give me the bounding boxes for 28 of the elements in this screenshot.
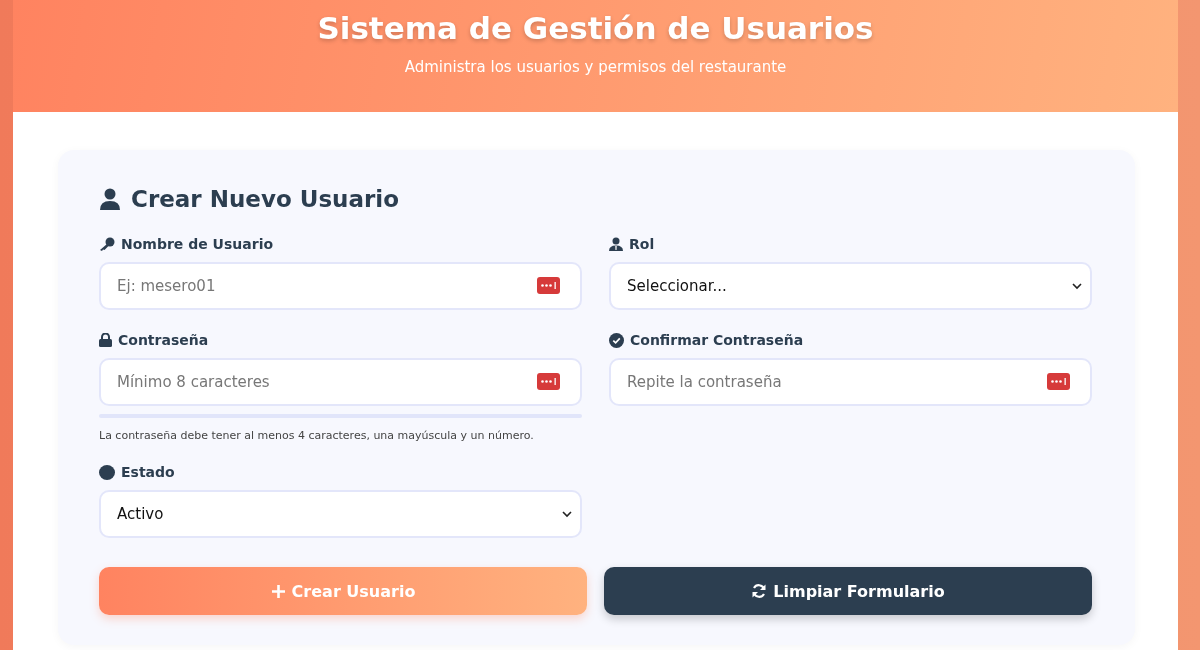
field-label: Confirmar Contraseña bbox=[630, 332, 804, 348]
lock-icon bbox=[99, 333, 112, 347]
password-manager-icon[interactable] bbox=[537, 277, 560, 294]
password-manager-icon[interactable] bbox=[537, 373, 560, 390]
field-label: Contraseña bbox=[118, 332, 209, 348]
field-label: Rol bbox=[629, 236, 655, 252]
field-label: Nombre de Usuario bbox=[121, 236, 274, 252]
field-label: Estado bbox=[121, 464, 175, 480]
plus-icon bbox=[270, 583, 286, 599]
password-manager-icon[interactable] bbox=[1047, 373, 1070, 390]
clear-form-button[interactable]: Limpiar Formulario bbox=[604, 567, 1092, 615]
input-field[interactable]: Ej: mesero01 bbox=[99, 262, 582, 310]
select-field[interactable]: Seleccionar... bbox=[609, 262, 1092, 310]
form-title: Crear Nuevo Usuario bbox=[131, 186, 399, 212]
user-icon bbox=[99, 188, 121, 210]
chevron-down-icon bbox=[1072, 282, 1082, 290]
input-field[interactable]: Mínimo 8 caracteres bbox=[99, 358, 582, 406]
password-hint: La contraseña debe tener al menos 4 caracteres, una mayúscula y un número. bbox=[99, 429, 535, 442]
chevron-down-icon bbox=[562, 510, 572, 518]
check-circle-icon bbox=[609, 332, 624, 348]
person-icon bbox=[609, 237, 623, 251]
page-title: Sistema de Gestión de Usuarios bbox=[317, 10, 874, 46]
key-icon bbox=[99, 237, 115, 251]
circle-icon bbox=[99, 464, 115, 480]
input-field[interactable]: Repite la contraseña bbox=[609, 358, 1092, 406]
select-field[interactable]: Activo bbox=[99, 490, 582, 538]
page-subtitle: Administra los usuarios y permisos del restaurante bbox=[404, 58, 787, 76]
refresh-icon bbox=[751, 583, 768, 599]
